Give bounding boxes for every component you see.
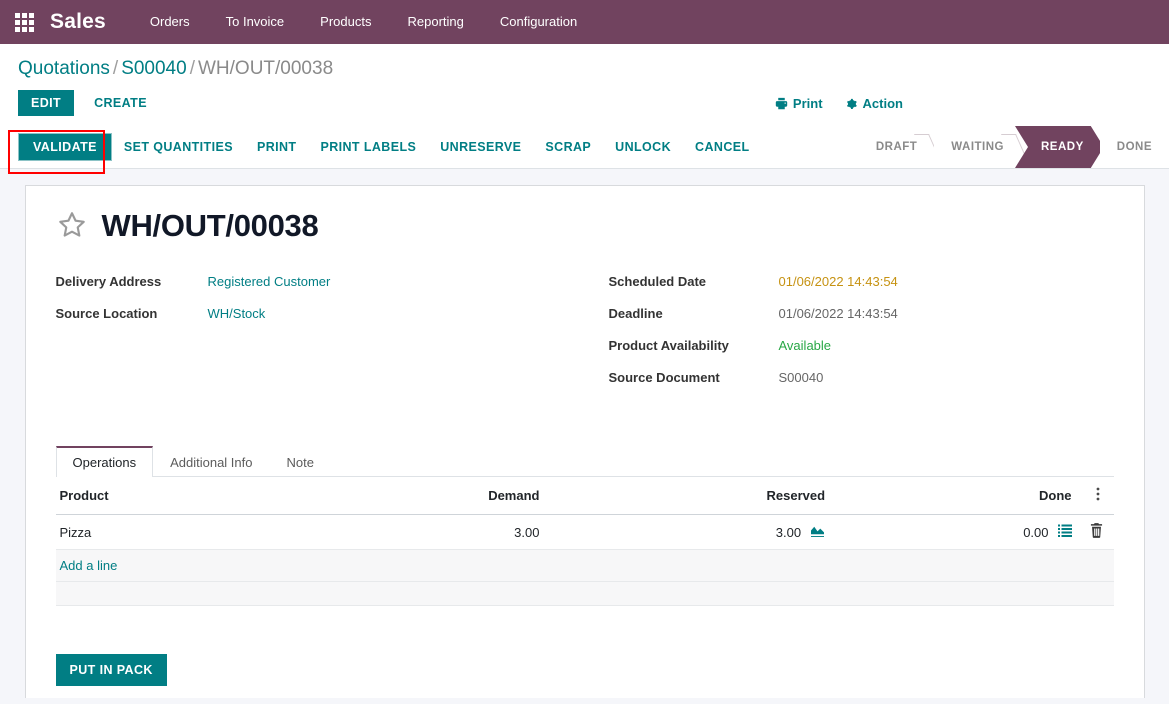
breadcrumb: Quotations / S00040/WH/OUT/00038	[18, 58, 1169, 80]
statusbar-buttons: VALIDATE SET QUANTITIES PRINT PRINT LABE…	[18, 133, 762, 161]
column-header-product: Product	[55, 477, 290, 515]
field-deadline: Deadline 01/06/2022 14:43:54	[609, 306, 1114, 325]
chart-bars-icon[interactable]	[810, 524, 825, 540]
validate-button[interactable]: VALIDATE	[18, 133, 112, 161]
cell-reserved-value: 3.00	[775, 524, 802, 540]
print-dropdown[interactable]: Print	[775, 96, 823, 111]
create-button[interactable]: CREATE	[82, 90, 159, 116]
field-label-source-document: Source Document	[608, 370, 720, 385]
trash-icon	[1090, 523, 1103, 541]
tab-note[interactable]: Note	[270, 446, 331, 477]
operations-table: Product Demand Reserved Done Pizza 3.00 …	[55, 477, 1114, 606]
breadcrumb-separator-2: /	[189, 58, 195, 79]
add-a-line-link[interactable]: Add a line	[60, 558, 118, 573]
status-stage-done[interactable]: DONE	[1099, 126, 1169, 168]
add-line-row[interactable]: Add a line	[55, 549, 1114, 582]
field-scheduled-date: Scheduled Date 01/06/2022 14:43:54	[609, 274, 1114, 293]
status-stage-waiting[interactable]: WAITING	[934, 126, 1021, 168]
put-in-pack-button[interactable]: PUT IN PACK	[55, 654, 167, 686]
printer-icon	[775, 97, 788, 110]
app-brand-sales[interactable]: Sales	[50, 10, 106, 34]
cancel-button[interactable]: CANCEL	[683, 133, 761, 161]
breadcrumb-item-quotations[interactable]: Quotations	[18, 58, 110, 79]
status-stage-ready[interactable]: READY	[1015, 126, 1104, 168]
tab-additional-info[interactable]: Additional Info	[153, 446, 269, 477]
cell-reserved[interactable]: 3.00	[547, 514, 834, 550]
notebook-tabs: Operations Additional Info Note	[55, 446, 1114, 477]
field-value-delivery-address[interactable]: Registered Customer	[208, 274, 331, 289]
edit-button[interactable]: EDIT	[18, 90, 75, 116]
list-lines-icon[interactable]	[1057, 524, 1072, 540]
star-outline-icon[interactable]	[56, 209, 88, 244]
field-delivery-address: Delivery Address Registered Customer	[56, 274, 585, 293]
table-spacer-row	[55, 581, 1114, 606]
page-title: WH/OUT/00038	[101, 208, 319, 243]
field-label-product-availability: Product Availability	[608, 338, 729, 353]
field-value-source-document: S00040	[778, 370, 824, 385]
notebook: Operations Additional Info Note Product …	[55, 446, 1114, 686]
apps-grid-icon[interactable]	[8, 0, 40, 44]
gear-icon	[845, 97, 858, 110]
column-header-done: Done	[833, 477, 1080, 515]
cell-product[interactable]: Pizza	[55, 514, 290, 550]
field-value-deadline: 01/06/2022 14:43:54	[778, 306, 898, 321]
column-header-demand: Demand	[289, 477, 548, 515]
field-value-product-availability: Available	[778, 338, 832, 353]
print-labels-button[interactable]: PRINT LABELS	[308, 133, 428, 161]
cell-done-value: 0.00	[1023, 524, 1049, 540]
optional-columns-button[interactable]	[1079, 477, 1114, 515]
table-row[interactable]: Pizza 3.00 3.00 0.00	[55, 514, 1114, 550]
form-column-left: Delivery Address Registered Customer Sou…	[56, 274, 585, 402]
control-panel: EDIT CREATE Print Action	[0, 86, 1169, 126]
table-spacer-cell	[55, 581, 1114, 606]
action-dropdown-label: Action	[862, 95, 903, 111]
status-stage-bar: DRAFT WAITING READY DONE	[858, 126, 1169, 168]
field-value-source-location[interactable]: WH/Stock	[208, 306, 266, 321]
cell-done[interactable]: 0.00	[833, 514, 1080, 550]
record-sheet: WH/OUT/00038 Delivery Address Registered…	[24, 185, 1145, 698]
unreserve-button[interactable]: UNRESERVE	[428, 133, 533, 161]
field-label-source-location: Source Location	[55, 306, 158, 321]
breadcrumb-item-s00040[interactable]: S00040	[121, 58, 187, 79]
field-label-delivery-address: Delivery Address	[55, 274, 162, 289]
record-title-row: WH/OUT/00038	[56, 208, 1114, 244]
unlock-button[interactable]: UNLOCK	[603, 133, 683, 161]
field-source-location: Source Location WH/Stock	[56, 306, 585, 325]
action-dropdown[interactable]: Action	[845, 96, 903, 111]
set-quantities-button[interactable]: SET QUANTITIES	[112, 133, 245, 161]
operations-table-head: Product Demand Reserved Done	[55, 477, 1114, 515]
breadcrumb-bar: Quotations / S00040/WH/OUT/00038	[0, 44, 1169, 86]
field-label-deadline: Deadline	[608, 306, 663, 321]
sheet-container: WH/OUT/00038 Delivery Address Registered…	[0, 169, 1169, 698]
add-line-cell[interactable]: Add a line	[55, 549, 1114, 582]
delete-row-button[interactable]	[1079, 514, 1114, 550]
nav-item-products[interactable]: Products	[302, 0, 389, 44]
nav-item-configuration[interactable]: Configuration	[482, 0, 595, 44]
operations-table-body: Pizza 3.00 3.00 0.00 Add a line	[55, 514, 1114, 606]
print-dropdown-label: Print	[792, 95, 823, 111]
table-header-row: Product Demand Reserved Done	[55, 477, 1114, 515]
breadcrumb-separator-1: /	[112, 58, 119, 79]
vertical-dots-icon	[1096, 486, 1100, 504]
column-header-reserved: Reserved	[547, 477, 834, 515]
nav-item-to-invoice[interactable]: To Invoice	[208, 0, 303, 44]
field-product-availability: Product Availability Available	[609, 338, 1114, 357]
breadcrumb-item-current: WH/OUT/00038	[197, 58, 334, 79]
cell-demand[interactable]: 3.00	[289, 514, 548, 550]
tab-operations[interactable]: Operations	[55, 446, 154, 477]
top-navbar: Sales Orders To Invoice Products Reporti…	[0, 0, 1169, 44]
field-label-scheduled-date: Scheduled Date	[608, 274, 707, 289]
nav-item-orders[interactable]: Orders	[132, 0, 208, 44]
field-value-scheduled-date: 01/06/2022 14:43:54	[778, 274, 898, 289]
status-stage-draft[interactable]: DRAFT	[858, 126, 935, 168]
status-action-bar: VALIDATE SET QUANTITIES PRINT PRINT LABE…	[0, 126, 1169, 174]
print-button[interactable]: PRINT	[245, 133, 309, 161]
control-panel-right: Print Action	[775, 96, 1151, 111]
record-form: Delivery Address Registered Customer Sou…	[56, 274, 1114, 402]
form-column-right: Scheduled Date 01/06/2022 14:43:54 Deadl…	[585, 274, 1114, 402]
nav-item-reporting[interactable]: Reporting	[389, 0, 481, 44]
field-source-document: Source Document S00040	[609, 370, 1114, 389]
scrap-button[interactable]: SCRAP	[533, 133, 603, 161]
